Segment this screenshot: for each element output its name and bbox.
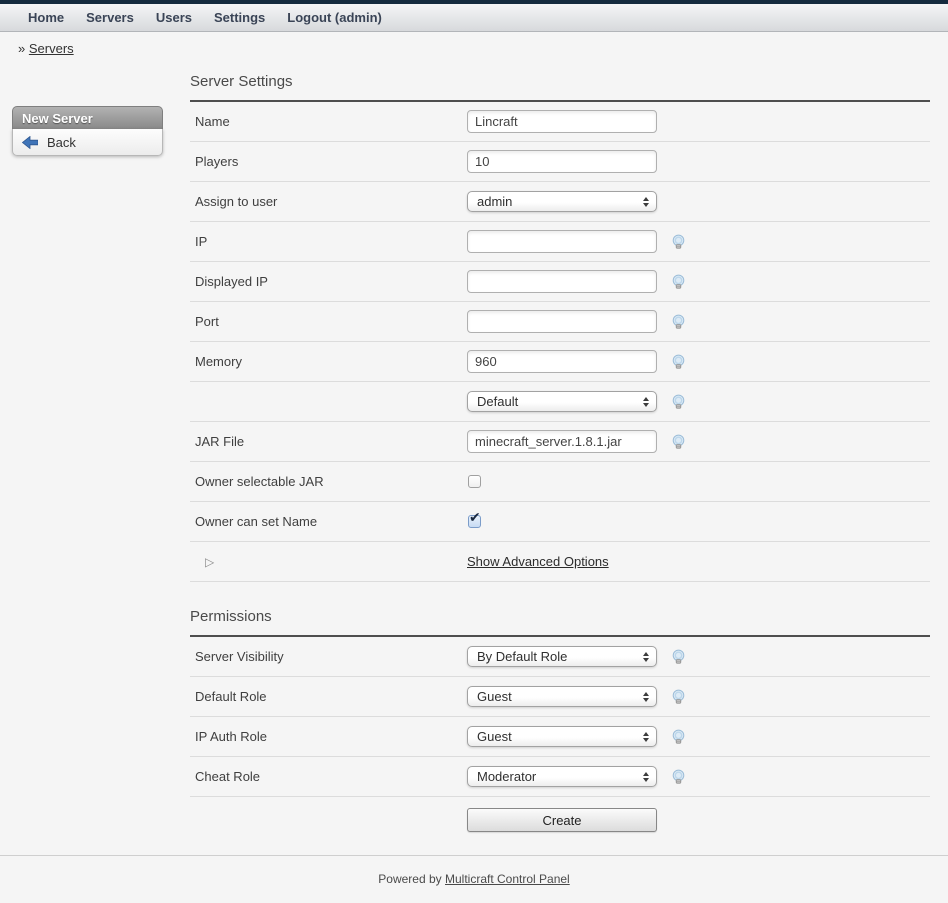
help-bulb-icon[interactable] [671, 394, 686, 410]
name-row: Name [190, 102, 930, 142]
footer-multicraft-link[interactable]: Multicraft Control Panel [445, 872, 570, 886]
field-label: Port [190, 314, 467, 329]
ip-auth-role-select[interactable]: Guest [467, 726, 657, 747]
select-arrows-icon [643, 397, 649, 407]
back-arrow-icon [22, 136, 38, 149]
field-label: IP [190, 234, 467, 249]
breadcrumb-servers-link[interactable]: Servers [29, 41, 74, 56]
field-label: Name [190, 114, 467, 129]
select-value: Guest [477, 689, 512, 704]
sidebar-title: New Server [12, 106, 163, 129]
assign-to-user-select[interactable]: admin [467, 191, 657, 212]
field-label: Assign to user [190, 194, 467, 209]
create-button[interactable]: Create [467, 808, 657, 832]
breadcrumb: » Servers [18, 41, 948, 57]
checkmark-icon: ✔ [469, 510, 481, 524]
memory-row: Memory [190, 342, 930, 382]
field-label: Default Role [190, 689, 467, 704]
help-bulb-icon[interactable] [671, 729, 686, 745]
help-bulb-icon[interactable] [671, 649, 686, 665]
name-input[interactable] [467, 110, 657, 133]
select-arrows-icon [643, 692, 649, 702]
players-row: Players [190, 142, 930, 182]
select-value: Moderator [477, 769, 536, 784]
owner-can-set-name-row: Owner can set Name ✔ [190, 502, 930, 542]
help-bulb-icon[interactable] [671, 769, 686, 785]
jar-file-row: JAR File [190, 422, 930, 462]
displayed-ip-row: Displayed IP [190, 262, 930, 302]
select-arrows-icon [643, 772, 649, 782]
field-label: Players [190, 154, 467, 169]
field-label: JAR File [190, 434, 467, 449]
nav-item-settings[interactable]: Settings [214, 10, 265, 25]
select-arrows-icon [643, 732, 649, 742]
main-nav: Home Servers Users Settings Logout (admi… [0, 4, 948, 32]
default-role-row: Default Role Guest [190, 677, 930, 717]
port-input[interactable] [467, 310, 657, 333]
memory-input[interactable] [467, 350, 657, 373]
owner-selectable-jar-checkbox[interactable] [468, 475, 481, 488]
default-role-select[interactable]: Guest [467, 686, 657, 707]
select-value: admin [477, 194, 512, 209]
jar-file-input[interactable] [467, 430, 657, 453]
field-label: Owner can set Name [190, 514, 467, 529]
cheat-role-row: Cheat Role Moderator [190, 757, 930, 797]
select-value: By Default Role [477, 649, 567, 664]
page-footer: Powered by Multicraft Control Panel [0, 855, 948, 886]
field-label: Server Visibility [190, 649, 467, 664]
main-content: Server Settings Name Players Assign to u… [190, 73, 930, 843]
expander-triangle-icon[interactable]: ▷ [195, 555, 214, 569]
nav-item-users[interactable]: Users [156, 10, 192, 25]
help-bulb-icon[interactable] [671, 689, 686, 705]
permissions-heading: Permissions [190, 608, 930, 637]
ip-auth-role-row: IP Auth Role Guest [190, 717, 930, 757]
port-row: Port [190, 302, 930, 342]
create-row: Create [190, 797, 930, 843]
advanced-options-row: ▷ Show Advanced Options [190, 542, 930, 582]
help-bulb-icon[interactable] [671, 434, 686, 450]
ip-row: IP [190, 222, 930, 262]
server-visibility-select[interactable]: By Default Role [467, 646, 657, 667]
breadcrumb-arrow: » [18, 41, 25, 56]
field-label: Cheat Role [190, 769, 467, 784]
field-label: Owner selectable JAR [190, 474, 467, 489]
sidebar-widget: New Server Back [12, 106, 163, 156]
nav-item-logout[interactable]: Logout (admin) [287, 10, 382, 25]
displayed-ip-input[interactable] [467, 270, 657, 293]
assign-to-user-row: Assign to user admin [190, 182, 930, 222]
players-input[interactable] [467, 150, 657, 173]
memory-preset-row: Default [190, 382, 930, 422]
server-visibility-row: Server Visibility By Default Role [190, 637, 930, 677]
help-bulb-icon[interactable] [671, 314, 686, 330]
memory-default-select[interactable]: Default [467, 391, 657, 412]
field-label: Memory [190, 354, 467, 369]
footer-text: Powered by [378, 872, 441, 886]
select-value: Guest [477, 729, 512, 744]
field-label: IP Auth Role [190, 729, 467, 744]
sidebar-back-button[interactable]: Back [12, 129, 163, 156]
help-bulb-icon[interactable] [671, 234, 686, 250]
show-advanced-options-link[interactable]: Show Advanced Options [467, 554, 609, 569]
nav-item-servers[interactable]: Servers [86, 10, 134, 25]
server-settings-heading: Server Settings [190, 73, 930, 102]
owner-selectable-jar-row: Owner selectable JAR [190, 462, 930, 502]
ip-input[interactable] [467, 230, 657, 253]
field-label: Displayed IP [190, 274, 467, 289]
select-arrows-icon [643, 652, 649, 662]
cheat-role-select[interactable]: Moderator [467, 766, 657, 787]
sidebar-back-label: Back [47, 135, 76, 150]
owner-can-set-name-checkbox[interactable]: ✔ [468, 515, 481, 528]
nav-item-home[interactable]: Home [28, 10, 64, 25]
help-bulb-icon[interactable] [671, 354, 686, 370]
select-value: Default [477, 394, 518, 409]
help-bulb-icon[interactable] [671, 274, 686, 290]
select-arrows-icon [643, 197, 649, 207]
